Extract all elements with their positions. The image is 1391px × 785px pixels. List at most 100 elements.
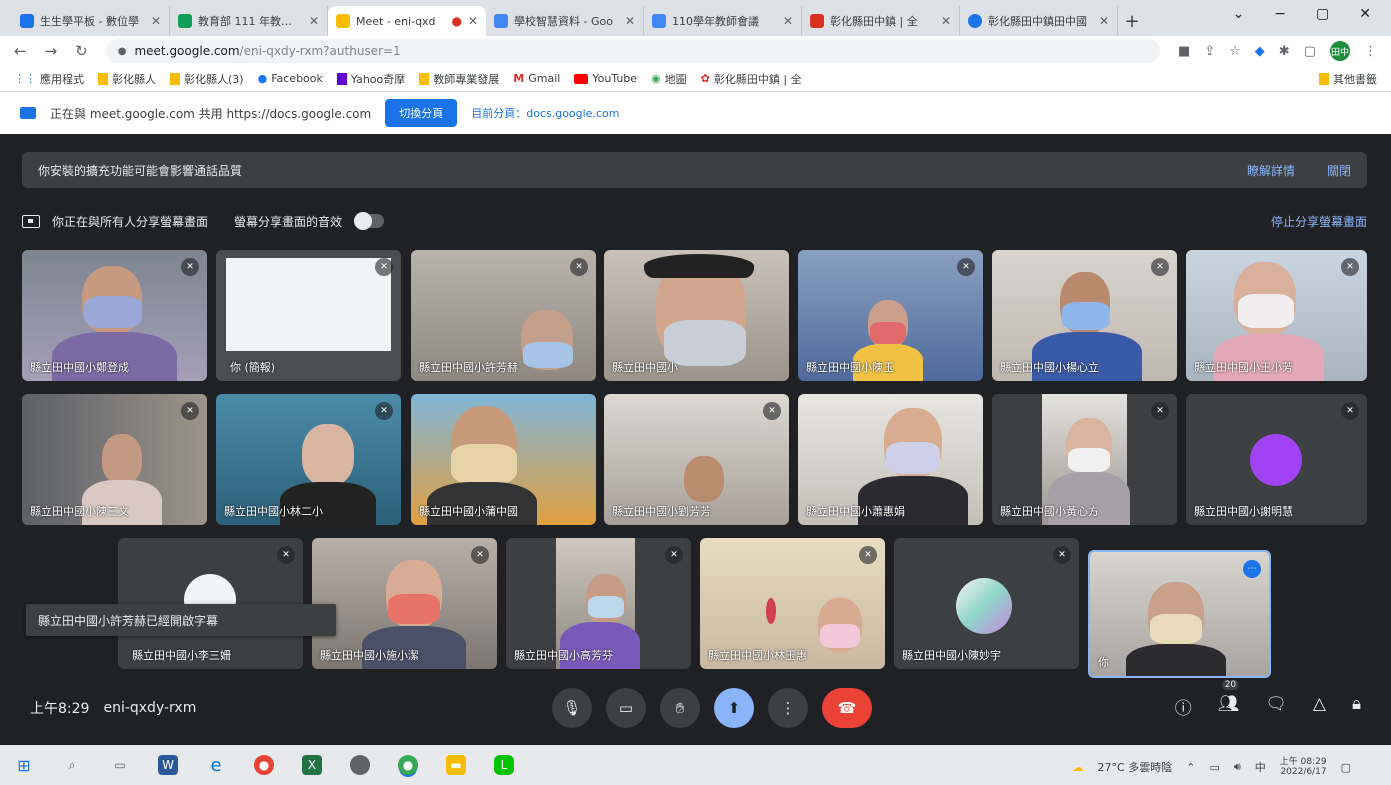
close-window-button[interactable]: ✕ (1359, 6, 1371, 22)
chrome-active-icon[interactable]: ● (398, 755, 418, 775)
camera-button[interactable]: ▭ (606, 688, 646, 728)
participant-tile[interactable]: ✕ 縣立田中國小鄭登成 (22, 250, 207, 381)
browser-tab[interactable]: 教育部 111 年教育部 ✕ (170, 6, 328, 36)
bookmark-item[interactable]: ● Facebook (258, 72, 323, 85)
meeting-details-icon[interactable]: ⓘ (1175, 694, 1192, 719)
notification-icon[interactable]: ▢ (1341, 761, 1351, 774)
new-tab-button[interactable]: + (1118, 6, 1146, 36)
edge-icon[interactable]: e (206, 755, 226, 776)
host-controls-icon[interactable]: 🔒︎ (1352, 694, 1361, 719)
profile-avatar[interactable]: 田中 (1330, 41, 1350, 61)
participant-tile[interactable]: 縣立田中國小蒲中國 (411, 394, 596, 525)
bookmark-item[interactable]: YouTube (574, 72, 637, 85)
volume-icon[interactable]: 🔊︎ (1234, 760, 1241, 774)
browser-tab[interactable]: 彰化縣田中鎮 | 全 ✕ (802, 6, 960, 36)
bookmark-other[interactable]: 其他書籤 (1319, 71, 1377, 87)
line-icon[interactable]: L (494, 755, 514, 775)
app-icon[interactable] (350, 755, 370, 775)
close-tab-icon[interactable]: ✕ (783, 14, 793, 28)
close-tab-icon[interactable]: ✕ (151, 14, 161, 28)
close-tab-icon[interactable]: ✕ (1099, 14, 1109, 28)
puzzle-icon[interactable]: ✱ (1279, 44, 1290, 59)
file-explorer-icon[interactable]: ▬ (446, 755, 466, 775)
bookmark-item[interactable]: 彰化縣人(3) (170, 71, 244, 87)
word-icon[interactable]: W (158, 755, 178, 775)
switch-tab-button[interactable]: 切換分頁 (385, 99, 458, 127)
participant-tile[interactable]: 縣立田中國小蕭惠娟 (798, 394, 983, 525)
url-bar[interactable]: ● meet.google.com/eni-qxdy-rxm?authuser=… (105, 39, 1160, 63)
participant-tile[interactable]: ✕ 你 (簡報) (216, 250, 401, 381)
raise-hand-button[interactable]: ✋︎ (660, 688, 700, 728)
participant-tile[interactable]: ✕ 縣立田中國小許芳赫 (411, 250, 596, 381)
minimize-button[interactable]: − (1274, 6, 1286, 22)
forward-arrow-icon[interactable]: → (45, 42, 58, 60)
self-view-tile[interactable]: ⋯ 你 (1088, 550, 1271, 678)
stop-sharing-button[interactable]: 停止分享螢幕畫面 (1271, 213, 1367, 230)
chat-icon[interactable]: 🗨︎ (1265, 694, 1287, 719)
mic-button[interactable]: 🎙︎ (552, 688, 592, 728)
leave-call-button[interactable]: ☎︎ (822, 688, 872, 728)
browser-tab[interactable]: 學校智慧資料 - Goo ✕ (486, 6, 644, 36)
share-audio-toggle[interactable] (354, 212, 385, 230)
participant-tile[interactable]: ✕ 縣立田中國小林玉惠 (700, 538, 885, 669)
share-icon[interactable]: ⇪ (1204, 44, 1215, 59)
reload-icon[interactable]: ↻ (75, 42, 88, 60)
bookmark-item[interactable]: 教師專業發展 (419, 71, 499, 87)
participant-tile[interactable]: ✕ 縣立田中國小楊心立 (992, 250, 1177, 381)
chrome-icon[interactable]: ● (254, 755, 274, 775)
camera-icon[interactable]: ■ (1178, 44, 1190, 59)
more-options-button[interactable]: ⋮ (768, 688, 808, 728)
browser-tab[interactable]: 彰化縣田中鎮田中國 ✕ (960, 6, 1118, 36)
maximize-button[interactable]: ▢ (1316, 6, 1329, 22)
task-view-icon[interactable]: ▭ (110, 755, 130, 775)
participant-tile[interactable]: ✕ 縣立田中國小林二小 (216, 394, 401, 525)
people-button[interactable]: 20 👥︎ (1218, 680, 1239, 719)
participant-tile[interactable]: ✕ 縣立田中國小陳三文 (22, 394, 207, 525)
bookmark-item[interactable]: Yahoo奇摩 (336, 71, 405, 87)
menu-dots-icon[interactable]: ⋮ (1364, 44, 1377, 59)
muted-mic-icon: ✕ (1151, 258, 1169, 276)
extension-icon[interactable]: ◆ (1255, 44, 1265, 59)
more-options-icon[interactable]: ⋯ (1243, 560, 1261, 578)
close-tab-icon[interactable]: ✕ (468, 14, 478, 28)
participant-tile[interactable]: ✕ 縣立田中國小施小潔 (312, 538, 497, 669)
search-icon[interactable]: ⌕ (62, 755, 82, 775)
participant-tile[interactable]: ✕ 縣立田中國小黃心方 (992, 394, 1177, 525)
excel-icon[interactable]: X (302, 755, 322, 775)
ime-indicator[interactable]: 中 (1255, 759, 1266, 775)
participant-tile[interactable]: ✕ 縣立田中國小高芳芬 (506, 538, 691, 669)
present-button[interactable]: ⬆ (714, 688, 754, 728)
dismiss-notice-button[interactable]: 關閉 (1327, 162, 1351, 179)
learn-more-link[interactable]: 瞭解詳情 (1247, 162, 1295, 179)
close-tab-icon[interactable]: ✕ (625, 14, 635, 28)
weather-text[interactable]: 27°C 多雲時陰 (1098, 759, 1173, 775)
participant-tile[interactable]: ✕ 縣立田中國小陳妙宇 (894, 538, 1079, 669)
windows-start-icon[interactable]: ⊞ (14, 755, 34, 775)
tray-chevron-icon[interactable]: ⌃ (1186, 761, 1195, 774)
activities-icon[interactable]: △ (1313, 694, 1326, 719)
bookmark-item[interactable]: M Gmail (513, 72, 560, 85)
participant-tile[interactable]: 縣立田中國小 (604, 250, 789, 381)
sidepanel-icon[interactable]: ▢ (1304, 44, 1316, 59)
participant-tile[interactable]: ✕ 縣立田中國小王小芳 (1186, 250, 1367, 381)
bookmark-item[interactable]: 彰化縣人 (98, 71, 156, 87)
participant-tile[interactable]: ✕ 縣立田中國小劉芳芳 (604, 394, 789, 525)
close-tab-icon[interactable]: ✕ (309, 14, 319, 28)
bookmark-item[interactable]: ✿ 彰化縣田中鎮 | 全 (701, 71, 802, 87)
close-tab-icon[interactable]: ✕ (941, 14, 951, 28)
bookmark-item[interactable]: ◉ 地圖 (651, 71, 687, 87)
bookmark-apps[interactable]: ⋮⋮ 應用程式 (14, 71, 84, 87)
muted-mic-icon: ✕ (277, 546, 295, 564)
back-arrow-icon[interactable]: ← (14, 42, 27, 60)
browser-tab[interactable]: 110學年教師會議 ✕ (644, 6, 802, 36)
star-icon[interactable]: ☆ (1229, 44, 1241, 59)
share-source-link[interactable]: 目前分頁：docs.google.com (471, 105, 619, 121)
browser-tab[interactable]: 生生學平板 - 數位學 ✕ (12, 6, 170, 36)
participant-tile[interactable]: ✕ 縣立田中國小陳玉 (798, 250, 983, 381)
extension-notice: 你安裝的擴充功能可能會影響通話品質 瞭解詳情 關閉 (22, 152, 1367, 188)
taskbar-clock[interactable]: 上午 08:29 2022/6/17 (1280, 757, 1327, 777)
network-icon[interactable]: ▭ (1209, 761, 1219, 774)
participant-tile[interactable]: ✕ 縣立田中國小謝明慧 (1186, 394, 1367, 525)
browser-tab-active[interactable]: Meet - eni-qxd ● ✕ (328, 6, 486, 36)
tab-search-button[interactable]: ⌄ (1233, 6, 1245, 22)
